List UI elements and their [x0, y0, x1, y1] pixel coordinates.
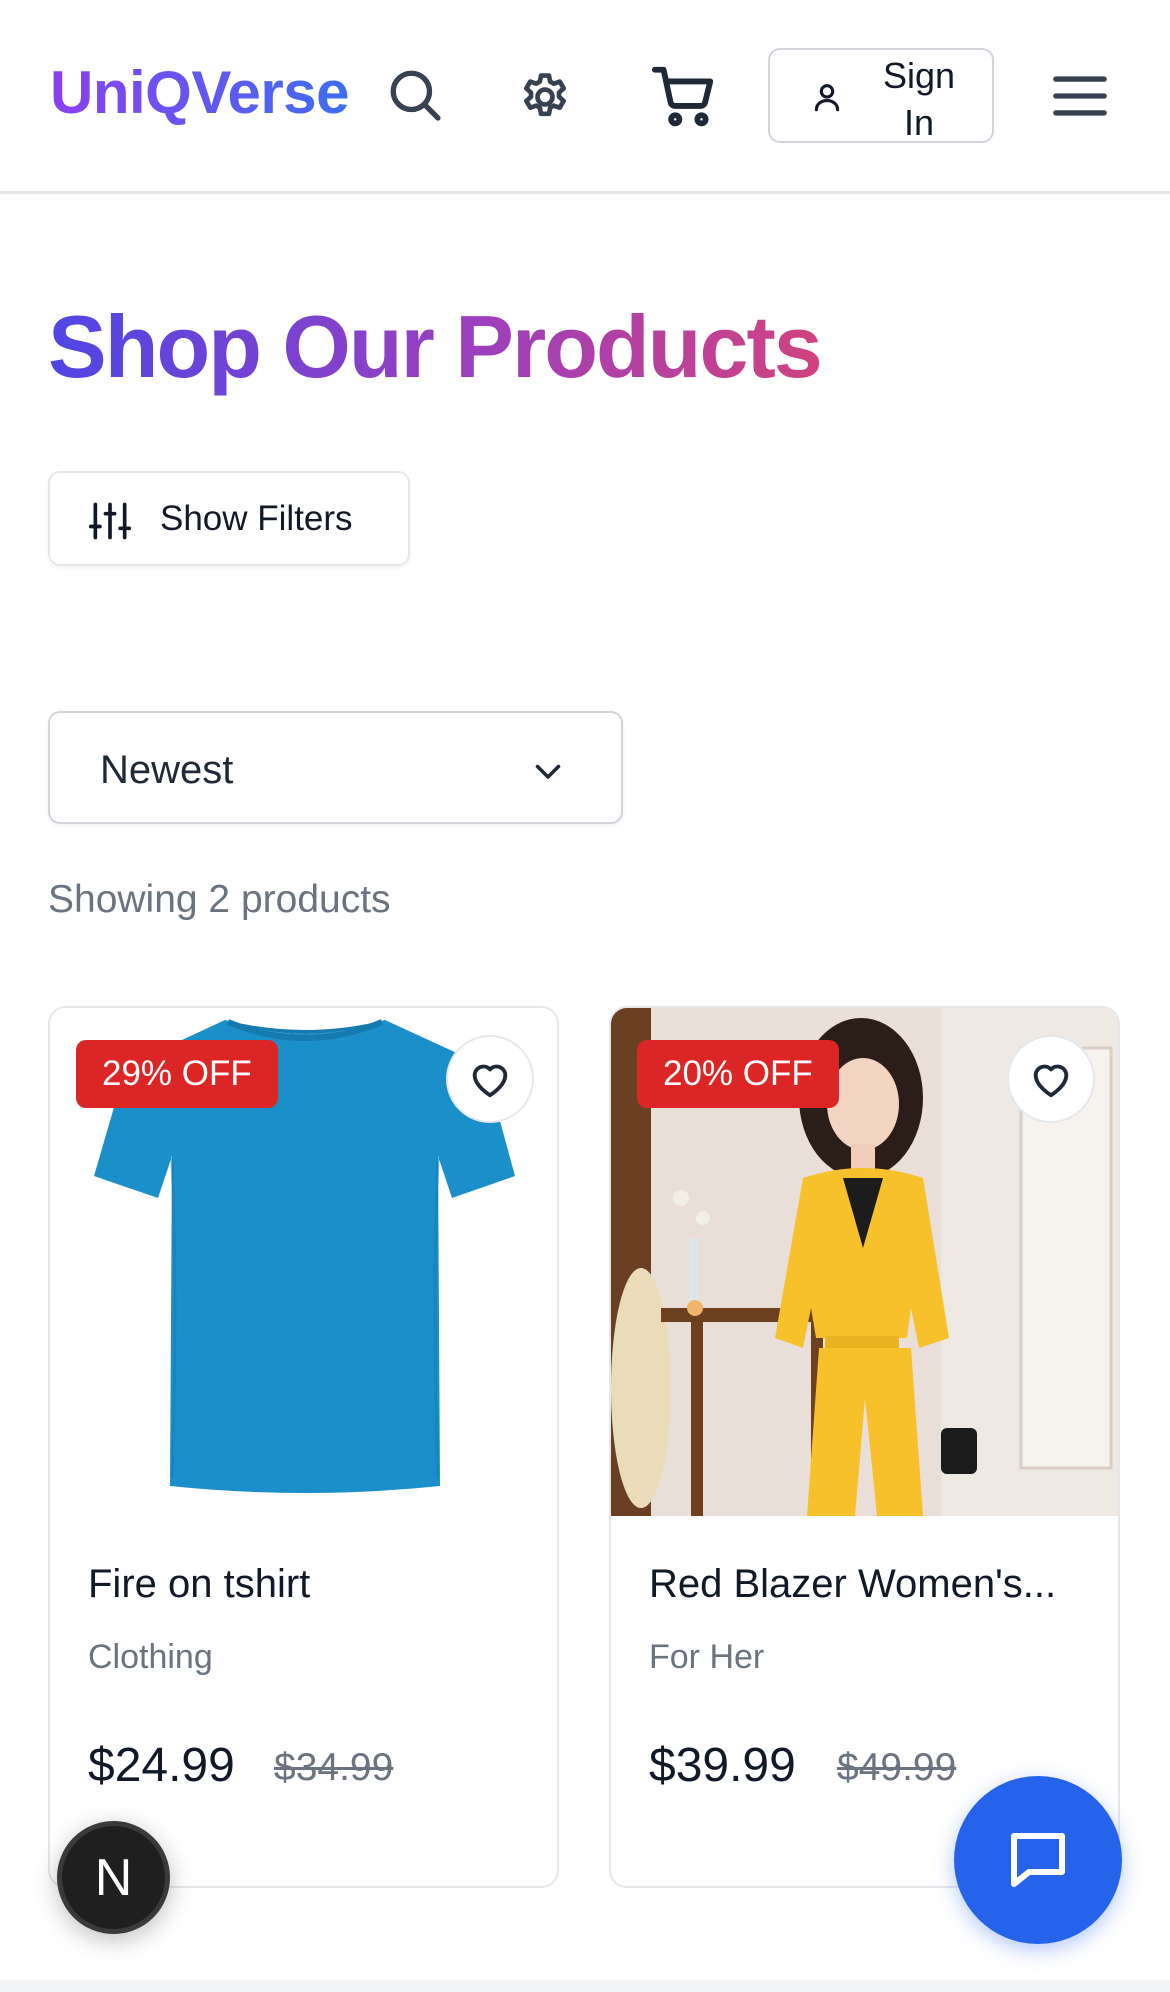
product-name[interactable]: Red Blazer Women's...: [649, 1562, 1089, 1607]
product-category: Clothing: [88, 1638, 213, 1676]
sort-selected-value: Newest: [100, 748, 234, 792]
discount-badge: 20% OFF: [637, 1040, 839, 1108]
chevron-down-icon: [535, 764, 561, 779]
wishlist-button[interactable]: [1007, 1035, 1095, 1123]
sign-in-button[interactable]: Sign In: [768, 48, 994, 143]
gear-icon: [524, 73, 566, 117]
sign-in-label: Sign In: [882, 55, 956, 143]
chat-icon: [1011, 1833, 1065, 1887]
brand-logo[interactable]: UniQVerse: [50, 58, 350, 127]
menu-button[interactable]: [1050, 66, 1110, 126]
product-original-price: $49.99: [837, 1746, 957, 1789]
top-nav: UniQVerse Sign In: [0, 0, 1170, 194]
discount-badge: 29% OFF: [76, 1040, 278, 1108]
product-original-price: $34.99: [274, 1746, 394, 1789]
user-icon: [814, 84, 840, 112]
search-button[interactable]: [382, 62, 448, 128]
heart-icon: [1033, 1064, 1069, 1098]
dev-tools-badge[interactable]: N: [57, 1821, 170, 1934]
bottom-edge: [0, 1980, 1170, 1992]
search-icon: [390, 70, 441, 121]
result-count: Showing 2 products: [48, 878, 391, 921]
product-card[interactable]: 20% OFF Red Blazer Women's... For Her $3…: [609, 1006, 1120, 1888]
chat-button[interactable]: [954, 1776, 1122, 1944]
product-name[interactable]: Fire on tshirt: [88, 1562, 528, 1607]
settings-button[interactable]: [512, 64, 578, 130]
wishlist-button[interactable]: [446, 1035, 534, 1123]
cart-icon: [651, 66, 714, 127]
cart-button[interactable]: [646, 58, 722, 134]
heart-icon: [472, 1064, 508, 1098]
product-category: For Her: [649, 1638, 765, 1676]
sort-select[interactable]: Newest: [48, 711, 623, 824]
page-title: Shop Our Products: [48, 297, 823, 396]
sliders-icon: [88, 502, 132, 540]
menu-icon: [1053, 76, 1107, 116]
product-price: $24.99: [88, 1739, 235, 1792]
product-card[interactable]: 29% OFF Fire on tshirt Clothing $24.99 $…: [48, 1006, 559, 1888]
product-price: $39.99: [649, 1739, 796, 1792]
show-filters-button[interactable]: Show Filters: [48, 471, 410, 566]
show-filters-label: Show Filters: [160, 499, 353, 538]
